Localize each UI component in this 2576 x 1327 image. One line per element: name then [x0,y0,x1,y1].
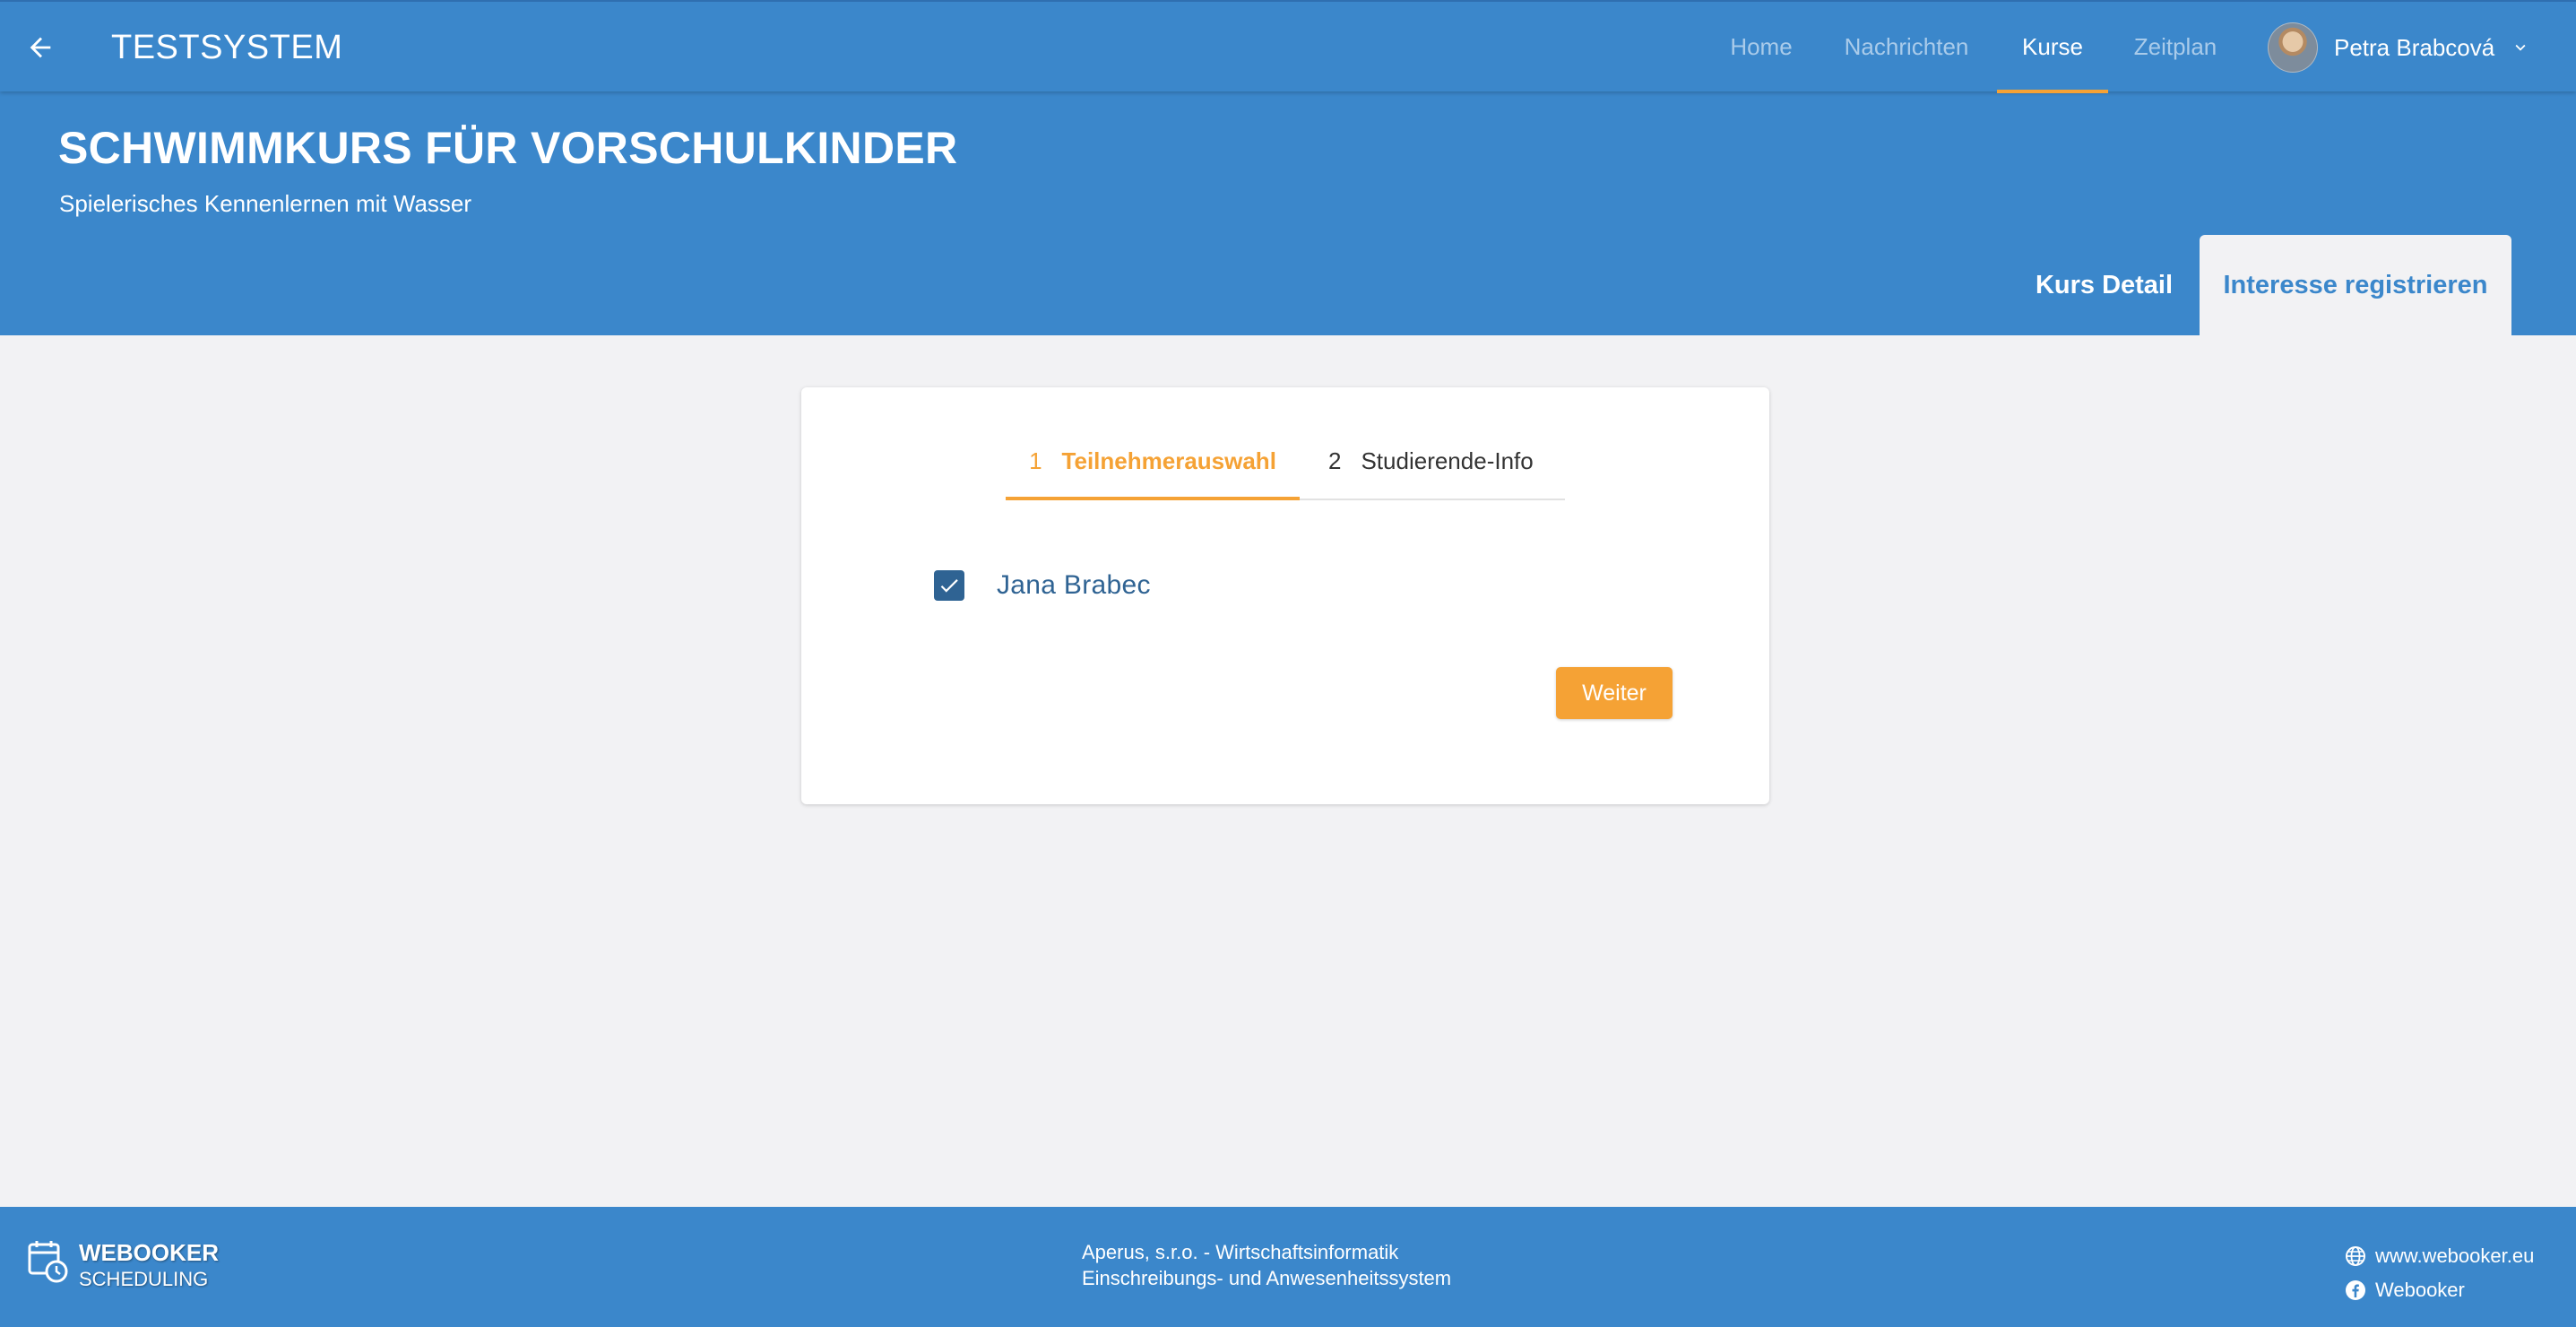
arrow-left-icon [30,37,51,58]
user-name: Petra Brabcová [2334,33,2495,61]
participant-name: Jana Brabec [997,570,1151,600]
nav-home[interactable]: Home [1714,2,1809,93]
footer-brand-name: WEBOOKER [79,1239,219,1266]
tab-kurs-detail[interactable]: Kurs Detail [2008,235,2200,335]
nav-nachrichten[interactable]: Nachrichten [1834,2,1979,93]
footer-company-line2: Einschreibungs- und Anwesenheitssystem [1082,1267,1452,1289]
footer-brand-sub: SCHEDULING [79,1268,209,1290]
calendar-clock-icon [28,1241,68,1283]
user-menu[interactable]: Petra Brabcová [2268,22,2530,74]
facebook-link-label: Webooker [2375,1279,2465,1301]
nav-kurse-label: Kurse [2022,33,2083,60]
nav-kurse[interactable]: Kurse [1997,2,2108,93]
footer: WEBOOKER SCHEDULING Aperus, s.r.o. - Wir… [0,1207,2576,1327]
step-number: 2 [1328,447,1342,474]
step-label: Teilnehmerauswahl [1061,447,1276,474]
app-title: TESTSYSTEM [111,29,343,66]
footer-brand: WEBOOKER SCHEDULING [27,1239,219,1293]
footer-company: Aperus, s.r.o. - Wirtschaftsinformatik E… [1082,1239,1451,1291]
step-label: Studierende-Info [1361,447,1534,474]
footer-links: www.webooker.eu Webooker [2345,1239,2534,1307]
facebook-link[interactable]: Webooker [2345,1273,2534,1307]
nav-zeitplan[interactable]: Zeitplan [2124,2,2226,93]
participant-checkbox[interactable] [934,570,964,601]
footer-company-line1: Aperus, s.r.o. - Wirtschaftsinformatik [1082,1241,1399,1263]
step-studierende-info[interactable]: 2 Studierende-Info [1318,423,1565,499]
avatar [2268,22,2318,73]
tab-interesse-registrieren[interactable]: Interesse registrieren [2200,235,2511,335]
course-subtitle: Spielerisches Kennenlernen mit Wasser [59,190,472,217]
website-link-label: www.webooker.eu [2375,1245,2535,1267]
participant-item[interactable]: Jana Brabec [934,563,1151,608]
top-app-bar: TESTSYSTEM Home Nachrichten Kurse Zeitpl… [0,0,2576,93]
globe-icon [2346,1246,2365,1266]
facebook-icon [2346,1280,2365,1300]
step-teilnehmerauswahl[interactable]: 1 Teilnehmerauswahl [1006,423,1300,499]
website-link[interactable]: www.webooker.eu [2345,1239,2534,1273]
back-button[interactable] [20,27,61,68]
weiter-button[interactable]: Weiter [1556,667,1673,719]
nav-active-indicator [1997,90,2108,93]
stepper: 1 Teilnehmerauswahl 2 Studierende-Info [1006,423,1565,500]
step-number: 1 [1029,447,1042,474]
registration-card: 1 Teilnehmerauswahl 2 Studierende-Info Jan… [801,387,1769,804]
course-title: SCHWIMMKURS FÜR VORSCHULKINDER [58,123,958,173]
stepper-active-indicator [1006,497,1300,500]
check-icon [940,579,958,593]
course-header: SCHWIMMKURS FÜR VORSCHULKINDER Spieleris… [0,91,2576,335]
chevron-down-icon [2515,44,2526,51]
